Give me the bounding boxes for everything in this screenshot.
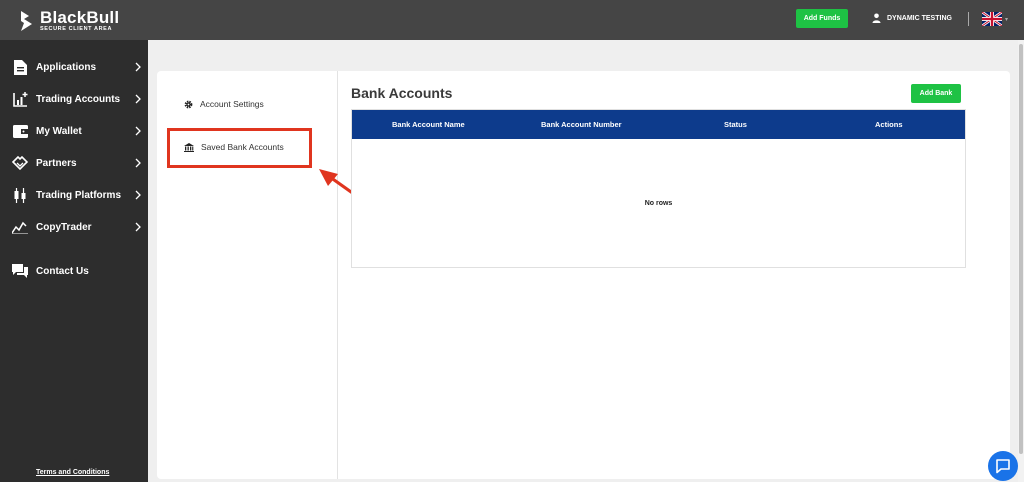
brand-logo[interactable]: BlackBull SECURE CLIENT AREA <box>20 9 119 33</box>
scrollbar-thumb[interactable] <box>1019 44 1023 454</box>
column-header-status[interactable]: Status <box>724 120 747 129</box>
sidebar-item-trading-platforms[interactable]: Trading Platforms <box>0 184 148 206</box>
column-header-bank-account-number[interactable]: Bank Account Number <box>541 120 622 129</box>
user-menu[interactable]: DYNAMIC TESTING <box>872 13 952 23</box>
chat-bubble-icon <box>996 459 1010 474</box>
sidebar-item-label: Applications <box>36 61 97 73</box>
bank-accounts-table: Bank Account Name Bank Account Number St… <box>351 109 966 268</box>
top-bar: BlackBull SECURE CLIENT AREA Add Funds D… <box>0 0 1024 40</box>
handshake-icon <box>12 155 28 171</box>
column-header-bank-account-name[interactable]: Bank Account Name <box>392 120 465 129</box>
chevron-right-icon <box>135 62 141 72</box>
user-icon <box>872 13 881 23</box>
live-chat-button[interactable] <box>988 451 1018 481</box>
sidebar-item-partners[interactable]: Partners <box>0 152 148 174</box>
chevron-right-icon <box>135 222 141 232</box>
brand-name: BlackBull <box>40 8 120 27</box>
gear-icon <box>184 100 193 108</box>
chevron-down-icon: ▾ <box>1005 16 1009 23</box>
language-selector[interactable]: ▾ <box>982 12 1008 26</box>
empty-table-message: No rows <box>644 200 673 207</box>
page-title: Bank Accounts <box>351 85 453 101</box>
chevron-right-icon <box>135 158 141 168</box>
chevron-right-icon <box>135 126 141 136</box>
add-bank-button[interactable]: Add Bank <box>911 84 961 103</box>
column-header-actions: Actions <box>875 120 903 129</box>
header-divider <box>968 12 969 26</box>
chevron-right-icon <box>135 190 141 200</box>
brand-subtitle: SECURE CLIENT AREA <box>40 26 113 32</box>
trend-icon <box>12 219 28 235</box>
table-header: Bank Account Name Bank Account Number St… <box>352 110 965 139</box>
sidebar-item-label: Trading Platforms <box>36 189 122 201</box>
sidebar-item-trading-accounts[interactable]: Trading Accounts <box>0 88 148 110</box>
blackbull-logo-icon <box>21 10 32 31</box>
wallet-icon <box>12 123 28 139</box>
chevron-right-icon <box>135 94 141 104</box>
sidebar-item-label: Contact Us <box>36 265 89 277</box>
add-funds-button[interactable]: Add Funds <box>796 9 848 28</box>
sidebar-item-applications[interactable]: Applications <box>0 56 148 78</box>
terms-link[interactable]: Terms and Conditions <box>36 469 109 476</box>
document-icon <box>12 59 28 75</box>
sidebar-item-label: Partners <box>36 157 77 169</box>
sidebar-item-contact-us[interactable]: Contact Us <box>0 260 148 282</box>
sidebar: Applications Trading Accounts My Wallet … <box>0 40 148 482</box>
chart-plus-icon <box>12 91 28 107</box>
sidebar-item-copytrader[interactable]: CopyTrader <box>0 216 148 238</box>
chat-icon <box>12 263 28 279</box>
sidebar-item-label: Trading Accounts <box>36 93 121 105</box>
uk-flag-icon <box>982 12 1002 26</box>
sidebar-item-my-wallet[interactable]: My Wallet <box>0 120 148 142</box>
menu-item-label: Account Settings <box>200 99 264 109</box>
sidebar-item-label: My Wallet <box>36 125 82 137</box>
candlestick-icon <box>12 187 28 203</box>
annotation-highlight-box <box>167 128 312 168</box>
user-name: DYNAMIC TESTING <box>887 14 952 22</box>
sidebar-item-label: CopyTrader <box>36 221 92 233</box>
menu-item-account-settings[interactable]: Account Settings <box>184 99 264 109</box>
